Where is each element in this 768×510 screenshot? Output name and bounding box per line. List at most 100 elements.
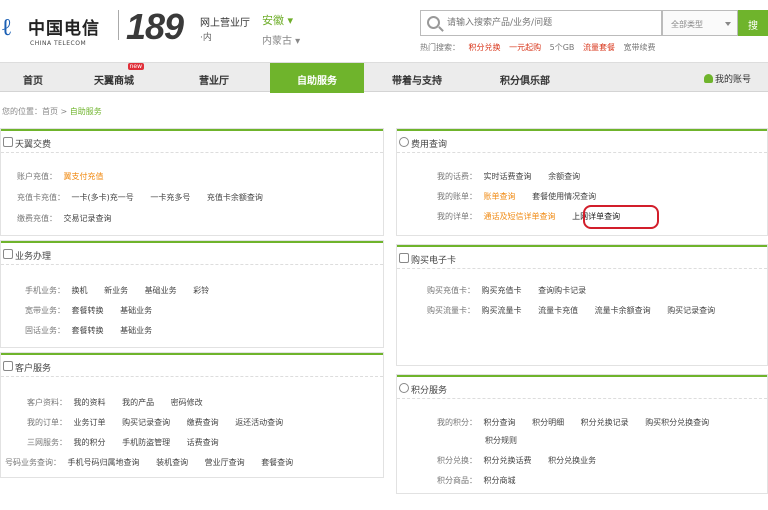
row-link[interactable]: 购买流量卡 bbox=[482, 306, 522, 315]
panel-row: 我的话费： 实时话费查询 余额查询 bbox=[437, 171, 594, 182]
main-nav: 首页 天翼商城 new 营业厅 自助服务 带着与支持 积分俱乐部 我的账号 bbox=[0, 62, 768, 93]
nav-home[interactable]: 首页 bbox=[0, 63, 66, 93]
logo-divider bbox=[118, 10, 119, 40]
row-link[interactable]: 账单查询 bbox=[484, 192, 516, 201]
row-link[interactable]: 积分规则 bbox=[485, 436, 517, 445]
row-link[interactable]: 实时话费查询 bbox=[484, 172, 532, 181]
nav-points-club[interactable]: 积分俱乐部 bbox=[470, 63, 580, 93]
row-link[interactable]: 缴费查询 bbox=[187, 418, 219, 427]
customer-icon bbox=[3, 361, 13, 371]
row-link[interactable]: 积分兑换记录 bbox=[581, 418, 629, 427]
row-label: 我的话费： bbox=[437, 172, 477, 181]
panel-business: 业务办理 手机业务： 换机 新业务 基础业务 彩铃 宽带业务： 套餐转换 基础业… bbox=[0, 240, 384, 348]
nav-self-service[interactable]: 自助服务 bbox=[270, 63, 364, 93]
row-link[interactable]: 余额查询 bbox=[548, 172, 580, 181]
nav-support[interactable]: 带着与支持 bbox=[364, 63, 470, 93]
panel-header: 业务办理 bbox=[1, 241, 383, 265]
panel-points-service: 积分服务 我的积分： 积分查询 积分明细 积分兑换记录 购买积分兑换查询 积分规… bbox=[396, 374, 768, 494]
hot-link[interactable]: 5个GB bbox=[550, 43, 575, 52]
row-link[interactable]: 购买记录查询 bbox=[122, 418, 170, 427]
row-link[interactable]: 密码修改 bbox=[171, 398, 203, 407]
row-label: 客户资料： bbox=[27, 398, 67, 407]
row-link[interactable]: 新业务 bbox=[104, 286, 128, 295]
row-link[interactable]: 我的产品 bbox=[122, 398, 154, 407]
row-link[interactable]: 营业厅查询 bbox=[205, 458, 245, 467]
row-link[interactable]: 积分兑换话费 bbox=[484, 456, 532, 465]
row-link[interactable]: 基础业务 bbox=[120, 326, 152, 335]
header: ℓ 中国电信 CHINA TELECOM 189 网上营业厅 ·内 安徽 ▾ 内… bbox=[0, 0, 768, 62]
region-sub-label: 内蒙古 bbox=[262, 36, 292, 47]
row-link[interactable]: 我的资料 bbox=[74, 398, 106, 407]
row-link[interactable]: 购买记录查询 bbox=[667, 306, 715, 315]
row-label: 宽带业务： bbox=[25, 306, 65, 315]
row-link[interactable]: 查询购卡记录 bbox=[538, 286, 586, 295]
row-link[interactable]: 交易记录查询 bbox=[64, 214, 112, 223]
row-label: 积分商品： bbox=[437, 476, 477, 485]
panel-row: 缴费充值： 交易记录查询 bbox=[17, 213, 126, 224]
region-selector[interactable]: 安徽 ▾ bbox=[262, 12, 293, 28]
row-link[interactable]: 装机查询 bbox=[156, 458, 188, 467]
search-scope-label: 全部类型 bbox=[671, 20, 703, 29]
row-label: 我的订单： bbox=[27, 418, 67, 427]
payment-icon bbox=[3, 137, 13, 147]
row-link[interactable]: 购买充值卡 bbox=[482, 286, 522, 295]
search-scope-dropdown[interactable]: 全部类型 bbox=[662, 10, 738, 36]
row-link[interactable]: 话费查询 bbox=[187, 438, 219, 447]
search-button[interactable]: 搜 bbox=[738, 10, 768, 36]
row-link[interactable]: 套餐转换 bbox=[72, 306, 104, 315]
row-label: 手机业务： bbox=[25, 286, 65, 295]
row-link[interactable]: 套餐转换 bbox=[72, 326, 104, 335]
card-icon bbox=[399, 253, 409, 263]
panel-title: 购买电子卡 bbox=[411, 256, 457, 266]
row-link[interactable]: 购买积分兑换查询 bbox=[645, 418, 709, 427]
row-link[interactable]: 翼支付充值 bbox=[64, 172, 104, 181]
row-link[interactable]: 返还活动查询 bbox=[235, 418, 283, 427]
panel-title: 天翼交费 bbox=[15, 140, 52, 150]
panel-row: 宽带业务： 套餐转换 基础业务 bbox=[25, 305, 166, 316]
row-link[interactable]: 业务订单 bbox=[74, 418, 106, 427]
hot-link[interactable]: 积分兑换 bbox=[469, 43, 501, 52]
row-link[interactable]: 流量卡余额查询 bbox=[595, 306, 651, 315]
row-link[interactable]: 彩铃 bbox=[193, 286, 209, 295]
my-account-link[interactable]: 我的账号 bbox=[704, 72, 751, 85]
row-link[interactable]: 我的积分 bbox=[74, 438, 106, 447]
row-link[interactable]: 积分兑换业务 bbox=[548, 456, 596, 465]
row-label: 购买充值卡： bbox=[427, 286, 475, 295]
panel-row: 号码业务查询： 手机号码归属地查询 装机查询 营业厅查询 套餐查询 bbox=[5, 457, 307, 468]
row-label: 购买流量卡： bbox=[427, 306, 475, 315]
row-link[interactable]: 套餐使用情况查询 bbox=[532, 192, 596, 201]
row-link[interactable]: 充值卡余额查询 bbox=[207, 193, 263, 202]
row-link[interactable]: 套餐查询 bbox=[261, 458, 293, 467]
red-highlight-circle bbox=[583, 205, 659, 229]
nav-mall[interactable]: 天翼商城 new bbox=[66, 63, 162, 93]
panel-row: 积分商品： 积分商城 bbox=[437, 475, 530, 486]
row-link[interactable]: 一卡充多号 bbox=[150, 193, 190, 202]
nav-mall-label: 天翼商城 bbox=[94, 76, 134, 87]
row-label: 缴费充值： bbox=[17, 214, 57, 223]
nav-business-hall[interactable]: 营业厅 bbox=[162, 63, 266, 93]
row-label: 账户充值： bbox=[17, 172, 57, 181]
row-link[interactable]: 换机 bbox=[72, 286, 88, 295]
row-link[interactable]: 积分查询 bbox=[484, 418, 516, 427]
row-link[interactable]: 积分商城 bbox=[484, 476, 516, 485]
row-link[interactable]: 一卡(多卡)充一号 bbox=[72, 193, 134, 202]
region-sub[interactable]: 内蒙古 ▾ bbox=[262, 32, 300, 47]
my-account-label: 我的账号 bbox=[715, 75, 752, 85]
search-input[interactable] bbox=[447, 15, 657, 31]
panel-row: 购买充值卡： 购买充值卡 查询购卡记录 bbox=[427, 285, 600, 296]
row-link[interactable]: 基础业务 bbox=[145, 286, 177, 295]
china-telecom-logo[interactable]: ℓ 中国电信 CHINA TELECOM bbox=[0, 6, 120, 47]
row-link[interactable]: 基础业务 bbox=[120, 306, 152, 315]
breadcrumb-prefix[interactable]: 您的位置：首页 > bbox=[2, 107, 67, 116]
row-link[interactable]: 手机号码归属地查询 bbox=[68, 458, 140, 467]
row-link[interactable]: 流量卡充值 bbox=[538, 306, 578, 315]
panel-row: 我的账单： 账单查询 套餐使用情况查询 bbox=[437, 191, 610, 202]
row-link[interactable]: 积分明细 bbox=[532, 418, 564, 427]
panel-row: 客户资料： 我的资料 我的产品 密码修改 bbox=[27, 397, 217, 408]
row-link[interactable]: 通话及短信详单查询 bbox=[484, 212, 556, 221]
hot-link[interactable]: 流量套餐 bbox=[583, 43, 615, 52]
hot-link[interactable]: 一元起购 bbox=[509, 43, 541, 52]
hot-link[interactable]: 宽带续费 bbox=[624, 43, 656, 52]
panel-title: 费用查询 bbox=[411, 140, 448, 150]
row-link[interactable]: 手机防盗管理 bbox=[122, 438, 170, 447]
